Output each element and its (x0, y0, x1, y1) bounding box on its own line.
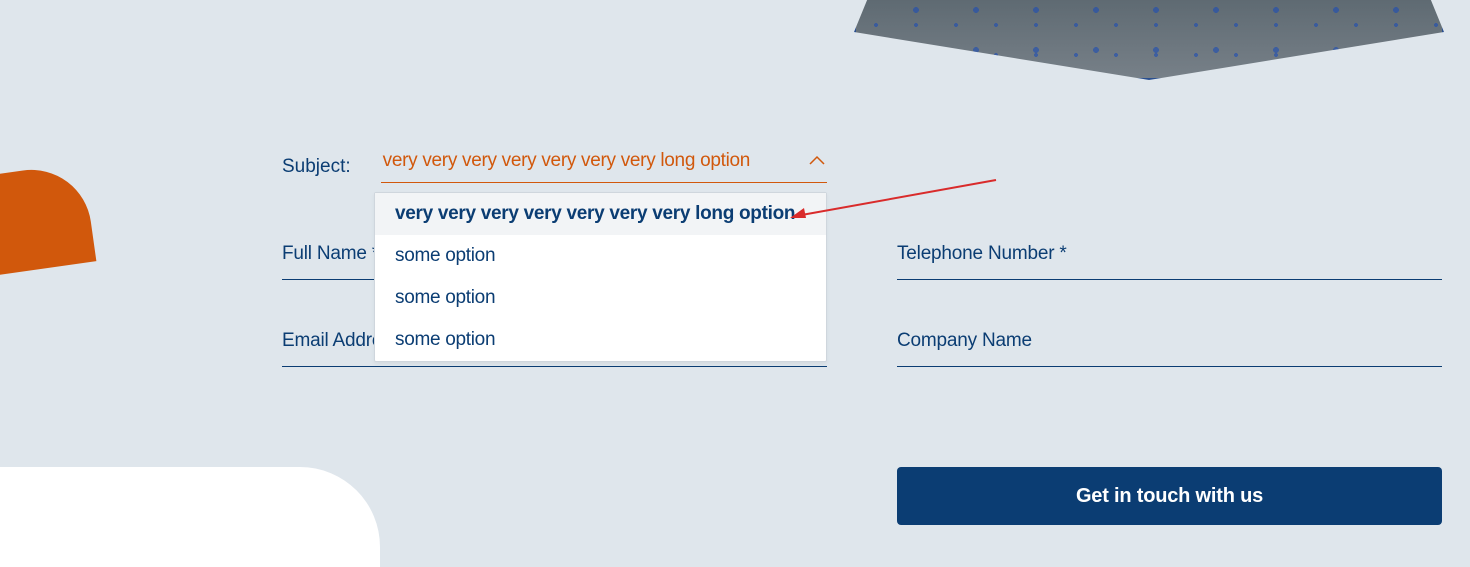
telephone-field[interactable] (897, 243, 1442, 265)
subject-select[interactable]: very very very very very very very long … (381, 150, 827, 183)
subject-dropdown: very very very very very very very long … (374, 192, 827, 362)
decorative-orange-shape (0, 162, 96, 278)
chevron-up-icon (809, 152, 825, 170)
telephone-field-wrap (897, 243, 1442, 280)
subject-option-2[interactable]: some option (375, 277, 826, 319)
submit-button[interactable]: Get in touch with us (897, 467, 1442, 525)
hero-title: o work with us? k! (0, 0, 215, 75)
subject-option-0[interactable]: very very very very very very very long … (375, 193, 826, 235)
company-field-wrap (897, 330, 1442, 367)
subject-option-1[interactable]: some option (375, 235, 826, 277)
subject-row: Subject: very very very very very very v… (282, 150, 827, 183)
contact-form: Subject: very very very very very very v… (282, 150, 1442, 525)
submit-wrap: Get in touch with us (897, 467, 1442, 525)
subject-selected-value: very very very very very very very long … (383, 150, 750, 172)
subject-label: Subject: (282, 156, 351, 178)
hero-construction-image (854, 0, 1444, 80)
subject-option-3[interactable]: some option (375, 319, 826, 361)
company-field[interactable] (897, 330, 1442, 352)
